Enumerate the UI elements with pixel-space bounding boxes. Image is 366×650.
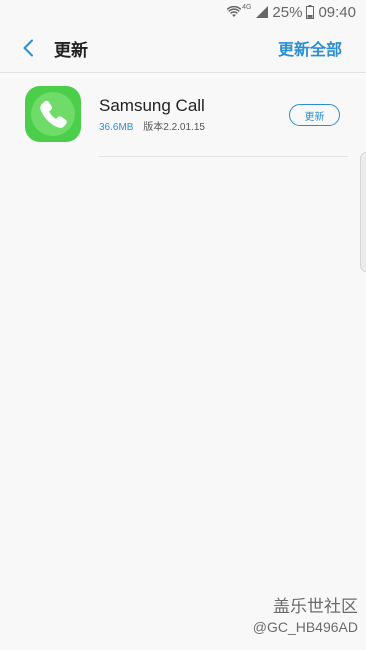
signal-icon bbox=[256, 6, 269, 18]
app-size: 36.6MB bbox=[99, 122, 134, 133]
status-bar: 4G 25% 09:40 bbox=[0, 0, 366, 24]
update-all-button[interactable]: 更新全部 bbox=[278, 36, 342, 60]
battery-percent: 25% bbox=[272, 3, 303, 21]
clock: 09:40 bbox=[318, 3, 356, 21]
watermark-site: 盖乐世社区 bbox=[273, 597, 358, 616]
network-type-label: 4G bbox=[242, 3, 252, 11]
list-item[interactable]: Samsung Call 36.6MB 版本2.2.01.15 更新 bbox=[0, 73, 366, 157]
edge-panel-handle[interactable] bbox=[360, 152, 366, 272]
page-title: 更新 bbox=[54, 40, 88, 61]
app-meta: 36.6MB 版本2.2.01.15 bbox=[99, 122, 205, 134]
screen: 4G 25% 09:40 更新 更新全部 Samsung Call 36.6MB… bbox=[0, 0, 366, 650]
app-info: Samsung Call 36.6MB 版本2.2.01.15 bbox=[99, 96, 205, 134]
back-button[interactable] bbox=[4, 24, 52, 72]
phone-icon bbox=[25, 86, 81, 142]
app-name: Samsung Call bbox=[99, 96, 205, 115]
update-list: Samsung Call 36.6MB 版本2.2.01.15 更新 bbox=[0, 73, 366, 157]
app-bar: 更新 更新全部 bbox=[0, 24, 366, 73]
wifi-icon bbox=[227, 6, 242, 18]
app-version: 版本2.2.01.15 bbox=[143, 122, 205, 133]
watermark-user: @GC_HB496AD bbox=[252, 619, 358, 635]
watermark: 盖乐世社区 @GC_HB496AD bbox=[253, 596, 358, 636]
divider bbox=[99, 156, 348, 157]
update-button[interactable]: 更新 bbox=[289, 104, 340, 126]
back-arrow-icon bbox=[23, 39, 33, 57]
battery-icon bbox=[306, 5, 315, 19]
